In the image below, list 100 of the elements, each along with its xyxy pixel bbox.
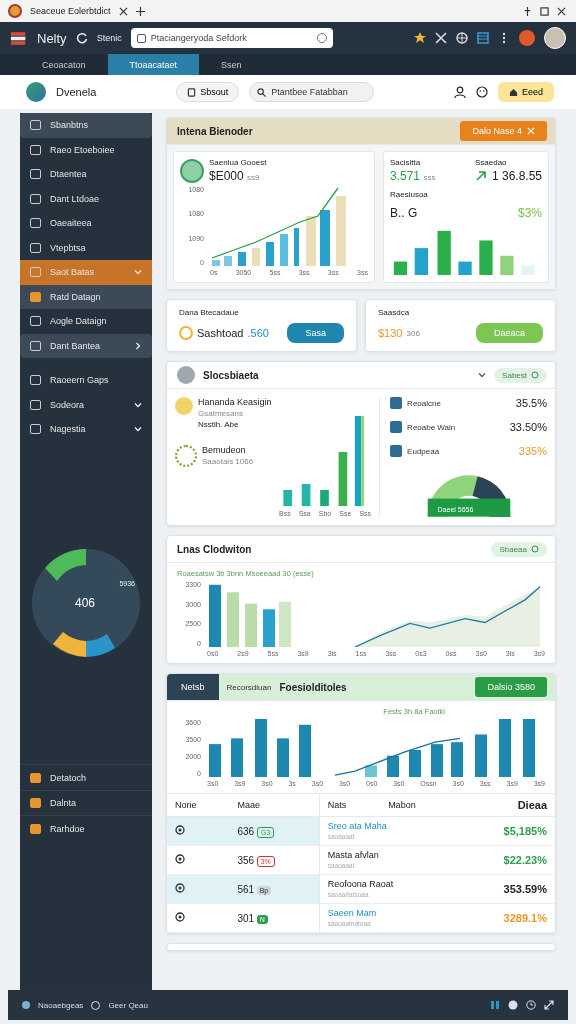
column-header: Mabon [380, 793, 456, 817]
stat-value: 3.571 [390, 169, 421, 183]
browser-tab-title[interactable]: Seaceue Eolerbtdict [30, 6, 111, 16]
user-icon[interactable] [454, 86, 466, 98]
home-button[interactable]: Eeed [498, 82, 554, 102]
bar [523, 719, 535, 777]
brand-name: Nelty [37, 30, 67, 46]
action-button[interactable]: Sasa [287, 323, 344, 343]
entry-title: Bemudeon [202, 445, 247, 455]
entry-subtitle: Gsatmesans [198, 409, 244, 418]
books-logo-icon [10, 30, 28, 46]
app-tab[interactable]: Ceoacaton [20, 54, 108, 75]
donut-slice [45, 548, 86, 581]
action-button[interactable]: Dalsio 3580 [475, 677, 547, 697]
sidebar-item[interactable]: Oaeaiteea [20, 211, 152, 236]
close-icon[interactable] [118, 6, 128, 16]
smiley-icon[interactable] [476, 86, 488, 98]
bar [255, 719, 267, 777]
sales-value: $E000 [209, 169, 244, 183]
pause-icon[interactable] [490, 1000, 500, 1010]
sidebar-item[interactable]: Aogle Dataign [20, 309, 152, 334]
avatar-icon[interactable] [544, 27, 566, 49]
app-tab[interactable]: Ssen [199, 54, 264, 75]
maximize-icon[interactable] [540, 6, 549, 16]
sidebar-item[interactable]: Raoeern Gaps [20, 368, 152, 393]
sidebar-subitem[interactable]: Ratd Datagn [20, 284, 152, 309]
sidebar-item[interactable]: Sbanbtns [20, 113, 152, 138]
search-field[interactable]: Ptantbee Fatabban [249, 82, 375, 102]
table-cell: $22.23% [455, 845, 555, 875]
bar [224, 256, 232, 266]
bar [336, 196, 346, 266]
bar [475, 734, 487, 777]
bar [499, 719, 511, 777]
bar [299, 724, 311, 777]
donut-slice [53, 631, 86, 657]
tools-icon[interactable] [435, 32, 447, 44]
entry-detail: Nsstlh. Abe [198, 420, 240, 429]
bookmark-icon [187, 87, 197, 97]
stat-label: Ssaedao [474, 158, 508, 167]
summary-label: Saasdca [378, 308, 411, 317]
nav-link[interactable]: Stenic [96, 33, 122, 43]
report-tab[interactable]: Netsb [167, 674, 219, 700]
circle-icon [531, 371, 539, 379]
stat-label: Sacisitta [390, 158, 422, 167]
sidebar-item[interactable]: Detatoch [20, 764, 152, 790]
close-icon[interactable] [557, 6, 566, 16]
address-bar[interactable]: Ptaciangeryoda Sefdork [130, 28, 333, 48]
reload-icon[interactable] [75, 32, 88, 44]
bar [283, 490, 292, 506]
circle-icon[interactable] [508, 1000, 518, 1010]
sidebar-item[interactable]: Dtaentea [20, 162, 152, 187]
column-header: Maae [229, 793, 320, 817]
plus-icon[interactable] [135, 6, 145, 16]
sidebar-item[interactable]: Dalnta [20, 789, 152, 816]
sidebar-item[interactable]: Raeo Etoeboiee [20, 137, 152, 162]
clock-icon[interactable] [526, 1000, 536, 1010]
bar [306, 216, 316, 266]
row-name[interactable]: Saeen Mam [327, 908, 377, 918]
bar [252, 248, 260, 266]
bar [437, 230, 451, 275]
stat-value: 1 36.8.55 [491, 169, 542, 183]
bar [409, 749, 421, 777]
sales-note: ss9 [247, 173, 260, 182]
bar [279, 601, 291, 647]
bar [320, 490, 329, 506]
metric-value: 335% [518, 445, 547, 457]
bar [451, 742, 463, 777]
status-text: Naoaebgeas [38, 1000, 84, 1010]
calendar-icon[interactable] [477, 32, 489, 44]
app-title: Dvenela [56, 86, 97, 98]
extension-icon[interactable] [519, 30, 535, 46]
star-icon[interactable] [414, 32, 426, 44]
report-subtitle: Recorsdiuan [226, 682, 272, 692]
bar [209, 584, 221, 647]
bar [338, 452, 348, 506]
app-logo-icon [26, 82, 46, 102]
chevron-icon[interactable] [478, 371, 487, 379]
home-icon [509, 87, 518, 97]
card-title: Foesiolditoles [279, 681, 347, 693]
app-tab[interactable]: Ttoaacataet [107, 54, 200, 75]
summary-note: .560 [247, 327, 269, 339]
card-title: Lnas Clodwiton [177, 543, 252, 555]
metric-label: Reoabe Wain [407, 422, 456, 432]
table-cell: 353.59% [455, 874, 555, 904]
sidebar-item[interactable]: Nagestia [20, 417, 152, 442]
metric-label: Eudpeaa [407, 446, 440, 456]
sidebar-item[interactable]: Rarhdoe [20, 815, 152, 841]
card-title: Slocsbiaeta [203, 369, 259, 381]
column-header: Nats [319, 793, 381, 817]
expand-icon[interactable] [544, 1000, 554, 1010]
header-button[interactable]: Sbsout [176, 82, 240, 102]
bar [320, 210, 330, 266]
sidebar-item[interactable]: Vtepbtsa [20, 235, 152, 260]
row-name[interactable]: Sreo ata Maha [327, 821, 387, 831]
summary-note: 306 [406, 328, 420, 338]
row-name: Masta afvlan [327, 850, 379, 860]
sidebar-item[interactable]: Dant Ltdoae [20, 186, 152, 211]
bar [277, 738, 289, 777]
sidebar-item[interactable]: Sodeora [20, 392, 152, 417]
sidebar-item[interactable]: Dant Bantea [20, 333, 152, 358]
